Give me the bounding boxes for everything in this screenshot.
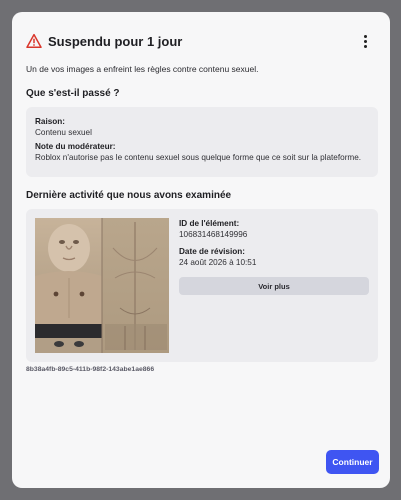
activity-uuid: 8b38a4fb-89c5-411b-98f2-143abe1ae866 bbox=[26, 366, 155, 373]
warning-triangle-icon bbox=[26, 33, 42, 49]
see-more-button[interactable]: Voir plus bbox=[179, 277, 369, 295]
activity-card: ID de l'élément: 106831468149996 Date de… bbox=[26, 209, 378, 362]
more-options-icon[interactable] bbox=[358, 33, 372, 49]
dialog-header: Suspendu pour 1 jour bbox=[26, 30, 376, 52]
reason-card: Raison: Contenu sexuel Note du modérateu… bbox=[26, 107, 378, 177]
moderator-note-label: Note du modérateur: bbox=[35, 142, 116, 151]
item-details: ID de l'élément: 106831468149996 Date de… bbox=[179, 219, 369, 295]
moderator-note-value: Roblox n'autorise pas le contenu sexuel … bbox=[35, 153, 362, 162]
dialog-title: Suspendu pour 1 jour bbox=[48, 33, 183, 49]
last-activity-heading: Dernière activité que nous avons examiné… bbox=[26, 190, 232, 201]
reason-value: Contenu sexuel bbox=[35, 128, 92, 137]
review-date-label: Date de révision: bbox=[179, 247, 245, 256]
continue-button[interactable]: Continuer bbox=[326, 450, 379, 474]
item-id-label: ID de l'élément: bbox=[179, 219, 240, 228]
reason-label: Raison: bbox=[35, 117, 66, 126]
item-id-value: 106831468149996 bbox=[179, 230, 248, 239]
reviewed-item-image bbox=[35, 218, 169, 353]
what-happened-heading: Que s'est-il passé ? bbox=[26, 88, 120, 99]
violation-summary: Un de vos images a enfreint les règles c… bbox=[26, 64, 259, 74]
suspension-dialog: Suspendu pour 1 jour Un de vos images a … bbox=[12, 12, 390, 488]
review-date-value: 24 août 2026 à 10:51 bbox=[179, 258, 257, 267]
